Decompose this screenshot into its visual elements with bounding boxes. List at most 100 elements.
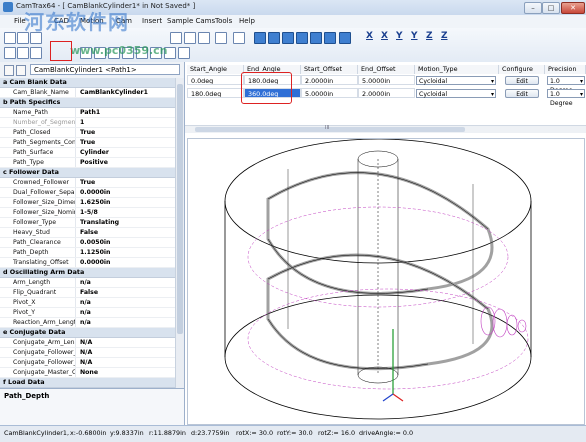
undo-icon[interactable] <box>30 47 42 59</box>
property-value[interactable]: 0.0000in <box>75 258 176 267</box>
property-row[interactable]: Dual_Follower_Separ 0.0000in <box>0 188 176 198</box>
close-button[interactable]: ✕ <box>561 2 585 14</box>
property-value[interactable]: CamBlankCylinder1 <box>75 88 176 97</box>
view-bottom-icon[interactable] <box>324 32 336 44</box>
view-top-icon[interactable] <box>310 32 322 44</box>
scroll-thumb[interactable] <box>177 84 183 334</box>
rotate-x-minus-button[interactable]: X <box>381 31 388 41</box>
property-value[interactable]: N/A <box>75 338 176 347</box>
property-row[interactable]: Crowned_Follower True <box>0 178 176 188</box>
new-file-icon[interactable] <box>4 32 16 44</box>
motion-type-dropdown[interactable]: Cycloidal <box>416 76 496 86</box>
tree-view-icon[interactable] <box>17 47 29 59</box>
menu-tools[interactable]: Tools <box>215 17 232 25</box>
category-header[interactable]: a Cam Blank Data <box>0 78 176 88</box>
precision-dropdown[interactable]: 1.0 Degree <box>547 89 585 107</box>
property-value[interactable]: n/a <box>75 278 176 287</box>
rotate-y-plus-button[interactable]: Y <box>396 31 403 41</box>
property-value[interactable]: n/a <box>75 308 176 317</box>
header-end-offset[interactable]: End_Offset <box>358 65 415 74</box>
property-row[interactable]: Number_of_Segments 1 <box>0 118 176 128</box>
property-row[interactable]: Flip_Quadrant False <box>0 288 176 298</box>
property-value[interactable]: True <box>75 138 176 147</box>
category-header[interactable]: b Path Specifics <box>0 98 176 108</box>
rotate-z-plus-button[interactable]: Z <box>426 31 433 41</box>
property-row[interactable]: Name_Path Path1 <box>0 108 176 118</box>
cell-end-offset[interactable]: 5.0000in <box>358 75 415 85</box>
menu-sample-cams[interactable]: Sample Cams <box>167 17 215 25</box>
property-row[interactable]: Pivot_Y n/a <box>0 308 176 318</box>
view-iso-icon[interactable] <box>339 32 351 44</box>
edit-button[interactable]: Edit <box>505 89 539 98</box>
property-value[interactable]: Positive <box>75 158 176 167</box>
property-view-icon[interactable] <box>4 47 16 59</box>
cell-start-offset[interactable]: 5.0000in <box>301 88 358 98</box>
property-value[interactable]: Path1 <box>75 108 176 117</box>
property-value[interactable]: True <box>75 178 176 187</box>
property-row[interactable]: Conjugate_Arm_Leng N/A <box>0 338 176 348</box>
property-value[interactable]: True <box>75 128 176 137</box>
export-icon[interactable] <box>184 32 196 44</box>
edit-button[interactable]: Edit <box>505 76 539 85</box>
property-row[interactable]: Path_Segments_Cont True <box>0 138 176 148</box>
list-icon[interactable] <box>233 32 245 44</box>
property-value[interactable]: False <box>75 288 176 297</box>
alpha-sort-icon[interactable] <box>16 65 26 76</box>
cell-start-offset[interactable]: 2.0000in <box>301 75 358 85</box>
property-value[interactable]: 1 <box>75 118 176 127</box>
property-value[interactable]: 1-5/8 <box>75 208 176 217</box>
property-row[interactable]: Follower_Type Translating <box>0 218 176 228</box>
property-row[interactable]: Path_Clearance 0.0050in <box>0 238 176 248</box>
import-icon[interactable] <box>198 32 210 44</box>
rotate-y-minus-button[interactable]: Y <box>411 31 418 41</box>
motion-type-dropdown[interactable]: Cycloidal <box>416 89 496 99</box>
property-value[interactable]: 0.0050in <box>75 238 176 247</box>
rotate-z-minus-button[interactable]: Z <box>441 31 448 41</box>
view-right-icon[interactable] <box>296 32 308 44</box>
menu-insert[interactable]: Insert <box>142 17 162 25</box>
settings-icon[interactable] <box>215 32 227 44</box>
rotate-x-plus-button[interactable]: X <box>366 31 373 41</box>
property-row[interactable]: Cam_Blank_Name CamBlankCylinder1 <box>0 88 176 98</box>
header-motion-type[interactable]: Motion_Type <box>415 65 499 74</box>
cam-3d-drawing[interactable] <box>188 138 584 424</box>
property-row[interactable]: Reaction_Arm_Length n/a <box>0 318 176 328</box>
sort-icon[interactable] <box>4 65 14 76</box>
header-start-offset[interactable]: Start_Offset <box>301 65 358 74</box>
cell-start-angle[interactable]: 0.0deg <box>187 75 244 85</box>
property-value[interactable]: N/A <box>75 358 176 367</box>
maximize-button[interactable]: □ <box>542 2 560 14</box>
property-value[interactable]: N/A <box>75 348 176 357</box>
grid-hscrollbar[interactable]: III <box>185 125 586 133</box>
view-front-icon[interactable] <box>254 32 266 44</box>
category-header[interactable]: d Oscillating Arm Data <box>0 268 176 278</box>
menu-help[interactable]: Help <box>239 17 255 25</box>
property-row[interactable]: Heavy_Stud False <box>0 228 176 238</box>
property-row[interactable]: Follower_Size_Nomin 1-5/8 <box>0 208 176 218</box>
property-value[interactable]: Cylinder <box>75 148 176 157</box>
header-start-angle[interactable]: Start_Angle <box>187 65 244 74</box>
property-row[interactable]: Path_Type Positive <box>0 158 176 168</box>
category-header[interactable]: e Conjugate Data <box>0 328 176 338</box>
property-row[interactable]: Conjugate_Master_Ca None <box>0 368 176 378</box>
property-value[interactable]: False <box>75 228 176 237</box>
view-back-icon[interactable] <box>268 32 280 44</box>
property-row[interactable]: Pivot_X n/a <box>0 298 176 308</box>
property-row[interactable]: Conjugate_Follower_ N/A <box>0 358 176 368</box>
view-left-icon[interactable] <box>282 32 294 44</box>
property-row[interactable]: Follower_Size_Dimen 1.6250in <box>0 198 176 208</box>
header-precision[interactable]: Precision <box>545 65 586 74</box>
cell-start-angle[interactable]: 180.0deg <box>187 88 244 98</box>
property-value[interactable]: 0.0000in <box>75 188 176 197</box>
property-scrollbar[interactable] <box>175 78 184 388</box>
cam-tool-8-icon[interactable] <box>178 47 190 59</box>
header-configure[interactable]: Configure <box>499 65 545 74</box>
property-row[interactable]: Translating_Offset 0.0000in <box>0 258 176 268</box>
property-value[interactable]: 1.1250in <box>75 248 176 257</box>
3d-viewport[interactable] <box>187 138 585 425</box>
path-combo[interactable]: CamBlankCylinder1 <Path1> <box>30 64 180 75</box>
cell-end-offset[interactable]: 2.0000in <box>358 88 415 98</box>
print-icon[interactable] <box>170 32 182 44</box>
property-row[interactable]: Path_Closed True <box>0 128 176 138</box>
property-row[interactable]: Path_Surface Cylinder <box>0 148 176 158</box>
